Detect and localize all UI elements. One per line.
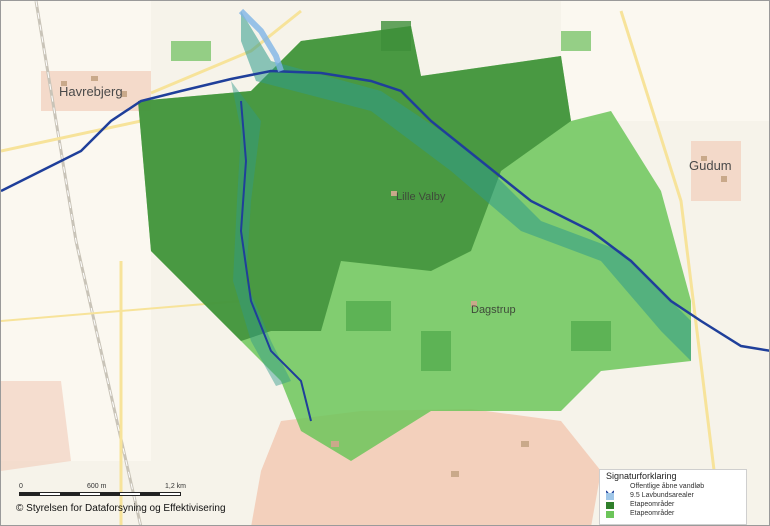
scale-middle-label: 600 m xyxy=(87,483,107,490)
field-patch-2 xyxy=(421,331,451,371)
field-patch-1 xyxy=(346,301,391,331)
watercourse-icon xyxy=(605,484,615,498)
legend-title: Signaturforklaring xyxy=(606,471,677,481)
field-northeast xyxy=(561,1,769,121)
legend-label: Etapeområder xyxy=(630,510,675,517)
field-patch-4 xyxy=(381,21,411,51)
field-patch-3 xyxy=(571,321,611,351)
scale-bar-graphic xyxy=(19,492,181,496)
etape-light-swatch xyxy=(606,511,614,518)
place-havrebjerg: Havrebjerg xyxy=(59,84,123,99)
urban-area-southwest xyxy=(1,381,71,471)
scale-start-label: 0 xyxy=(19,483,23,490)
place-dagstrup: Dagstrup xyxy=(471,304,516,316)
etape-dark-swatch xyxy=(606,502,614,509)
place-lille-valby: Lille Valby xyxy=(396,191,446,203)
scale-end-label: 1,2 km xyxy=(165,483,187,490)
map-frame[interactable]: Havrebjerg Gudum Lille Valby Dagstrup 0 … xyxy=(0,0,770,526)
map-canvas[interactable] xyxy=(1,1,770,526)
map-credit: © Styrelsen for Dataforsyning og Effekti… xyxy=(16,503,226,514)
field-patch-5 xyxy=(171,41,211,61)
legend-label: Etapeområder xyxy=(630,501,675,508)
legend-label: Offentlige åbne vandløb xyxy=(630,483,705,490)
legend-label: 9.5 Lavbundsarealer xyxy=(630,492,694,499)
place-gudum: Gudum xyxy=(689,158,732,173)
lavbund-swatch xyxy=(606,493,614,500)
field-patch-6 xyxy=(561,31,591,51)
scale-bar: 0 600 m 1,2 km xyxy=(19,483,189,501)
legend-box: Signaturforklaring Offentlige åbne vandl… xyxy=(599,469,747,525)
